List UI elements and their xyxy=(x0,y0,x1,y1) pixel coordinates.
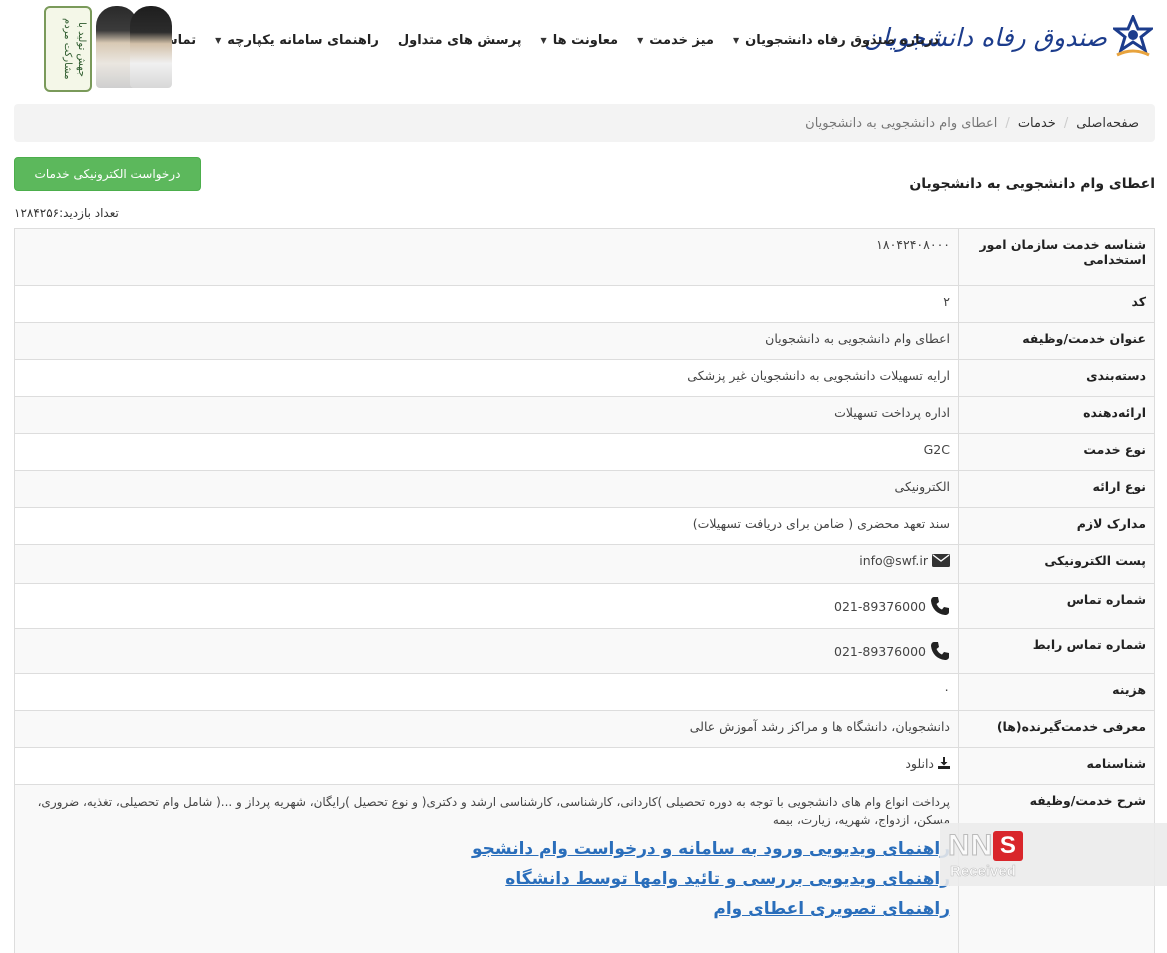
visit-count: تعداد بازدید:۱۲۸۴۲۵۶ xyxy=(14,206,119,220)
nav-label: راهنمای سامانه یکپارچه xyxy=(227,32,379,48)
row-label: نوع ارائه xyxy=(958,470,1155,508)
table-row: ارائه‌دهنده اداره پرداخت تسهیلات xyxy=(14,396,1155,434)
caret-down-icon: ▼ xyxy=(540,35,547,45)
nav-item-about[interactable]: درباره صندوق رفاه دانشجویان ▼ xyxy=(733,33,939,48)
slogan-banner: جهش تولید با مشارکت مردم xyxy=(44,6,92,92)
email-link[interactable]: info@swf.ir xyxy=(859,553,928,568)
row-label: شناسه خدمت سازمان امور استخدامی xyxy=(958,228,1155,286)
nav-item-system-guide[interactable]: راهنمای سامانه یکپارچه ▼ xyxy=(215,33,379,48)
caret-down-icon: ▼ xyxy=(637,35,644,45)
video-guide-university-link[interactable]: راهنمای ویدیویی بررسی و تائید وامها توسط… xyxy=(23,869,950,889)
table-row: پست الکترونیکی info@swf.ir xyxy=(14,544,1155,584)
table-row: کد ۲ xyxy=(14,285,1155,323)
breadcrumb: صفحه‌اصلی / خدمات / اعطای وام دانشجویی ب… xyxy=(14,104,1155,142)
row-value: پرداخت انواع وام های دانشجویی با توجه به… xyxy=(14,784,959,953)
site-logo[interactable]: صندوق رفاه دانشجویان xyxy=(864,6,1156,68)
snn-watermark: S NN Received xyxy=(940,823,1167,886)
nav-label: درباره صندوق رفاه دانشجویان xyxy=(745,32,939,48)
row-label: دسته‌بندی xyxy=(958,359,1155,397)
row-value: ۰ xyxy=(14,673,959,711)
site-header: صندوق رفاه دانشجویان درباره صندوق رفاه د… xyxy=(0,0,1167,92)
breadcrumb-current: اعطای وام دانشجویی به دانشجویان xyxy=(805,115,998,131)
breadcrumb-home[interactable]: صفحه‌اصلی xyxy=(1076,116,1139,131)
nav-item-service-desk[interactable]: میز خدمت ▼ xyxy=(637,33,714,48)
table-row: شناسه خدمت سازمان امور استخدامی ۱۸۰۴۲۴۰۸… xyxy=(14,228,1155,286)
row-label: پست الکترونیکی xyxy=(958,544,1155,584)
breadcrumb-services[interactable]: خدمات xyxy=(1018,116,1056,131)
row-value: ۱۸۰۴۲۴۰۸۰۰۰ xyxy=(14,228,959,286)
row-value: اعطای وام دانشجویی به دانشجویان xyxy=(14,322,959,360)
row-label: نوع خدمت xyxy=(958,433,1155,471)
download-link[interactable]: دانلود xyxy=(905,756,934,771)
table-row: شماره تماس 021-89376000 xyxy=(14,583,1155,629)
nav-label: پرسش های متداول xyxy=(397,32,522,48)
table-row: دسته‌بندی ارایه تسهیلات دانشجویی به دانش… xyxy=(14,359,1155,397)
row-value: سند تعهد محضری ( ضامن برای دریافت تسهیلا… xyxy=(14,507,959,545)
breadcrumb-separator: / xyxy=(1005,115,1010,131)
download-icon xyxy=(938,757,950,772)
caret-down-icon: ▼ xyxy=(215,35,222,45)
service-description: پرداخت انواع وام های دانشجویی با توجه به… xyxy=(37,795,950,827)
breadcrumb-separator: / xyxy=(1063,115,1069,131)
table-row: شناسنامه دانلود xyxy=(14,747,1155,785)
row-value: اداره پرداخت تسهیلات xyxy=(14,396,959,434)
row-value: info@swf.ir xyxy=(14,544,959,584)
row-value: G2C xyxy=(14,433,959,471)
watermark-logo: S NN xyxy=(947,829,1025,863)
row-label: شماره تماس رابط xyxy=(958,628,1155,674)
row-label: معرفی خدمت‌گیرنده(ها) xyxy=(958,710,1155,748)
row-value: دانشجویان، دانشگاه ها و مراکز رشد آموزش … xyxy=(14,710,959,748)
row-label: عنوان خدمت/وظیفه xyxy=(958,322,1155,360)
row-label: شناسنامه xyxy=(958,747,1155,785)
row-value: 021-89376000 xyxy=(14,583,959,629)
table-row: مدارک لازم سند تعهد محضری ( ضامن برای در… xyxy=(14,507,1155,545)
row-value: 021-89376000 xyxy=(14,628,959,674)
nav-label: میز خدمت xyxy=(649,32,714,48)
row-label: مدارک لازم xyxy=(958,507,1155,545)
row-value: دانلود xyxy=(14,747,959,785)
phone-icon xyxy=(930,641,950,664)
nav-label: معاونت ها xyxy=(552,32,619,48)
row-value: ارایه تسهیلات دانشجویی به دانشجویان غیر … xyxy=(14,359,959,397)
row-value: ۲ xyxy=(14,285,959,323)
image-guide-link[interactable]: راهنمای تصویری اعطای وام xyxy=(23,899,950,919)
table-row: نوع ارائه الکترونیکی xyxy=(14,470,1155,508)
watermark-s-icon: S xyxy=(993,831,1024,861)
table-row: شماره تماس رابط 021-89376000 xyxy=(14,628,1155,674)
phone-icon xyxy=(930,596,950,619)
watermark-subtext: Received xyxy=(950,863,1016,881)
nav-item-deputies[interactable]: معاونت ها ▼ xyxy=(541,33,619,48)
row-label: ارائه‌دهنده xyxy=(958,396,1155,434)
nav-item-faq[interactable]: پرسش های متداول xyxy=(398,33,522,48)
row-label: شماره تماس xyxy=(958,583,1155,629)
row-value: الکترونیکی xyxy=(14,470,959,508)
row-label: کد xyxy=(958,285,1155,323)
video-guide-student-link[interactable]: راهنمای ویدیویی ورود به سامانه و درخواست… xyxy=(23,839,950,859)
row-label: هزینه xyxy=(958,673,1155,711)
table-row: نوع خدمت G2C xyxy=(14,433,1155,471)
envelope-icon xyxy=(932,553,950,570)
table-row: معرفی خدمت‌گیرنده(ها) دانشجویان، دانشگاه… xyxy=(14,710,1155,748)
page-title: اعطای وام دانشجویی به دانشجویان xyxy=(909,176,1155,192)
request-service-button[interactable]: درخواست الکترونیکی خدمات xyxy=(14,157,201,191)
caret-down-icon: ▼ xyxy=(732,35,740,45)
leaders-banner: جهش تولید با مشارکت مردم xyxy=(44,4,172,94)
phone-number[interactable]: 021-89376000 xyxy=(834,644,926,659)
logo-star-icon xyxy=(1110,13,1156,59)
phone-number[interactable]: 021-89376000 xyxy=(834,599,926,614)
portrait-image xyxy=(130,6,172,88)
main-nav: درباره صندوق رفاه دانشجویان ▼ میز خدمت ▼ م… xyxy=(116,0,939,80)
table-row: عنوان خدمت/وظیفه اعطای وام دانشجویی به د… xyxy=(14,322,1155,360)
watermark-logo-text: NN xyxy=(947,829,994,863)
table-row: هزینه ۰ xyxy=(14,673,1155,711)
